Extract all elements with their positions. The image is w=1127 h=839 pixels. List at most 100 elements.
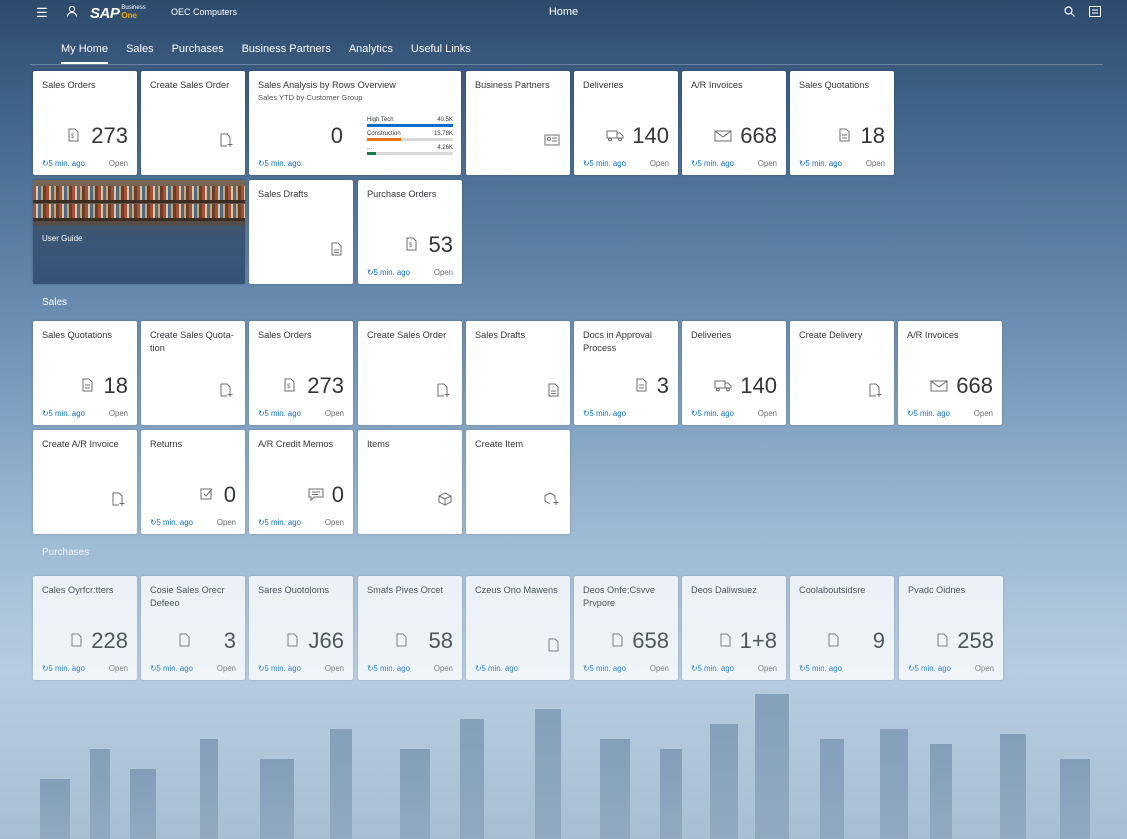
tile-purchases-7[interactable]: Coolaboutsidsre 9 ↻5 min. ago (790, 576, 894, 680)
shelf (33, 218, 245, 221)
draft-icon (548, 383, 559, 397)
tile-title: Sales Drafts (258, 189, 309, 199)
add-box-icon (544, 492, 559, 505)
refresh-time[interactable]: ↻5 min. ago (691, 409, 734, 418)
refresh-time[interactable]: ↻5 min. ago (475, 664, 518, 673)
tile-purchases-1[interactable]: Cosie Sales Orecr Defeeo 3 ↻5 min. ago Open (141, 576, 245, 680)
tile-footer: ↻5 min. ago Open (691, 159, 777, 168)
refresh-time[interactable]: ↻5 min. ago (691, 159, 734, 168)
tile-footer: ↻5 min. ago Open (799, 159, 885, 168)
notifications-icon[interactable] (1087, 5, 1103, 21)
tile-value: 18 (860, 123, 885, 148)
tile-title: A/R Invoices (691, 80, 743, 90)
tab-my-home[interactable]: My Home (61, 43, 109, 64)
tile-value: 273 (307, 373, 344, 398)
status-label: Open (757, 409, 777, 418)
tile-sales-drafts[interactable]: Sales Drafts (466, 321, 570, 425)
tile-create-sales-order[interactable]: Create Sales Order (141, 71, 245, 175)
tile-value: 3 (223, 628, 236, 653)
refresh-time[interactable]: ↻5 min. ago (42, 409, 85, 418)
tile-sales-orders[interactable]: Sales Orders $ 273 ↻5 min. ago Open (249, 321, 353, 425)
bar-fill (367, 138, 401, 141)
tile-purchases-8[interactable]: Pvadc Oidnes 258 ↻5 min. ago Open (899, 576, 1003, 680)
status-label: Open (324, 409, 344, 418)
tile-purchases-5[interactable]: Deos Onfe;Csvve Prvpore 658 ↻5 min. ago Ope… (574, 576, 678, 680)
refresh-time[interactable]: ↻5 min. ago (583, 159, 626, 168)
tile-footer: ↻5 min. ago Open (691, 664, 777, 673)
tile-sales-orders[interactable]: Sales Orders $ 273 ↻5 min. ago Open (33, 71, 137, 175)
refresh-time[interactable]: ↻5 min. ago (367, 664, 410, 673)
refresh-time[interactable]: ↻5 min. ago (258, 159, 301, 168)
refresh-time[interactable]: ↻5 min. ago (583, 409, 626, 418)
refresh-time[interactable]: ↻5 min. ago (42, 664, 85, 673)
tile-create-item[interactable]: Create Item (466, 430, 570, 534)
refresh-time[interactable]: ↻5 min. ago (150, 518, 193, 527)
tile-title: Create Delivery (799, 330, 863, 340)
document-icon (720, 633, 731, 647)
tile-value: 140 (632, 123, 669, 148)
tile-returns[interactable]: Returns 0 ↻5 min. ago Open (141, 430, 245, 534)
tile-create-delivery[interactable]: Create Delivery (790, 321, 894, 425)
tile-purchase-orders[interactable]: Purchase Orders $ 53 ↻5 min. ago Open (358, 180, 462, 284)
bar-fill (367, 152, 377, 155)
tile-sales-analysis[interactable]: Sales Analysis by Rows Overview Sales YT… (249, 71, 461, 175)
tile-value: 258 (957, 628, 994, 653)
tile-ar-invoices[interactable]: A/R Invoices 668 ↻5 min. ago Open (898, 321, 1002, 425)
tile-title: Czeus Ono Mawens (475, 585, 558, 595)
tile-items[interactable]: Items (358, 430, 462, 534)
refresh-time[interactable]: ↻5 min. ago (799, 664, 842, 673)
tile-deliveries[interactable]: Deliveries 140 ↻5 min. ago Open (574, 71, 678, 175)
document-icon (828, 633, 839, 647)
document-icon (71, 633, 82, 647)
tab-useful-links[interactable]: Useful Links (411, 43, 471, 64)
refresh-time[interactable]: ↻5 min. ago (691, 664, 734, 673)
refresh-time[interactable]: ↻5 min. ago (150, 664, 193, 673)
tile-business-partners[interactable]: Business Partners (466, 71, 570, 175)
tile-title: Sales Drafts (475, 330, 526, 340)
tile-title: Returns (150, 439, 183, 449)
tile-purchases-2[interactable]: Sares Ouotoloms J66 ↻5 min. ago Open (249, 576, 353, 680)
tile-purchases-3[interactable]: Smafs Pives Orcet 58 ↻5 min. ago Open (358, 576, 462, 680)
tile-create-sales-order[interactable]: Create Sales Order (358, 321, 462, 425)
tile-user-guide[interactable]: User Guide (33, 180, 245, 284)
tile-title: Deos Daliwsuez (691, 585, 757, 595)
tile-purchases-4[interactable]: Czeus Ono Mawens ↻5 min. ago (466, 576, 570, 680)
bar-label: Construction (367, 131, 401, 137)
tile-value: 0 (223, 482, 236, 507)
add-document-icon (220, 383, 233, 397)
tile-sales-drafts[interactable]: Sales Drafts (249, 180, 353, 284)
refresh-time[interactable]: ↻5 min. ago (258, 409, 301, 418)
tile-create-ar-invoice[interactable]: Create A/R Invoice (33, 430, 137, 534)
tab-analytics[interactable]: Analytics (349, 43, 393, 64)
tile-sales-quotations[interactable]: Sales Quotations 18 ↻5 min. ago Open (790, 71, 894, 175)
tile-docs-in-approval[interactable]: Docs in Approval Process 3 ↻5 min. ago (574, 321, 678, 425)
tile-value: 228 (91, 628, 128, 653)
search-icon[interactable] (1061, 5, 1077, 21)
refresh-time[interactable]: ↻5 min. ago (258, 518, 301, 527)
tile-create-sales-quotation[interactable]: Create Sales Quota-tion (141, 321, 245, 425)
svg-text:$: $ (71, 134, 75, 140)
tile-value: 140 (740, 373, 777, 398)
refresh-time[interactable]: ↻5 min. ago (799, 159, 842, 168)
tab-sales[interactable]: Sales (126, 43, 154, 64)
refresh-time[interactable]: ↻5 min. ago (258, 664, 301, 673)
main-tabs: My Home Sales Purchases Business Partner… (61, 43, 489, 64)
tab-business-partners[interactable]: Business Partners (242, 43, 331, 64)
status-label: Open (974, 664, 994, 673)
tile-footer: ↻5 min. ago Open (907, 409, 993, 418)
refresh-time[interactable]: ↻5 min. ago (367, 268, 410, 277)
refresh-time[interactable]: ↻5 min. ago (907, 409, 950, 418)
refresh-time[interactable]: ↻5 min. ago (908, 664, 951, 673)
quotation-icon (82, 378, 93, 392)
tile-deliveries[interactable]: Deliveries 140 ↻5 min. ago Open (682, 321, 786, 425)
tile-ar-invoices[interactable]: A/R Invoices 668 ↻5 min. ago Open (682, 71, 786, 175)
tile-purchases-6[interactable]: Deos Daliwsuez 1+8 ↻5 min. ago Open (682, 576, 786, 680)
tile-sales-quotations[interactable]: Sales Quotations 18 ↻5 min. ago Open (33, 321, 137, 425)
tile-ar-credit-memos[interactable]: A/R Credit Memos 0 ↻5 min. ago Open (249, 430, 353, 534)
shell-header: ☰ SAP Business One OEC Computers Home (0, 0, 1127, 26)
tab-purchases[interactable]: Purchases (172, 43, 224, 64)
refresh-time[interactable]: ↻5 min. ago (583, 664, 626, 673)
refresh-time[interactable]: ↻5 min. ago (42, 159, 85, 168)
status-label: Open (757, 664, 777, 673)
tile-purchases-0[interactable]: Cales Oyrfcr:tters 228 ↻5 min. ago Open (33, 576, 137, 680)
